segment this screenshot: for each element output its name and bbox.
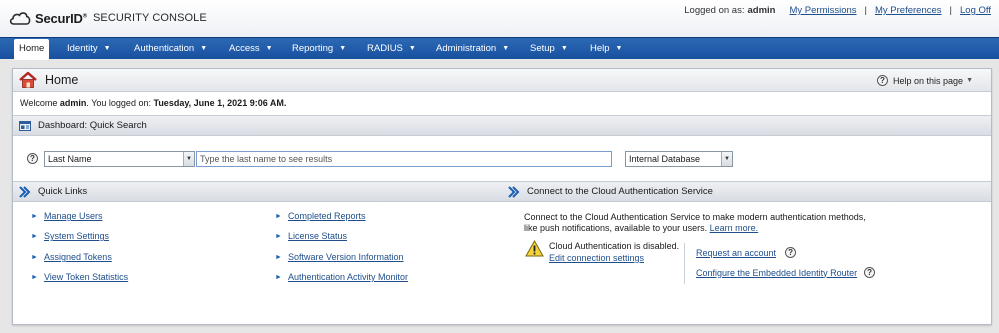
chevron-down-icon: ▼	[183, 152, 194, 166]
manage-users-link[interactable]: Manage Users	[44, 211, 103, 221]
identity-source-value: Internal Database	[629, 154, 701, 164]
log-off-link[interactable]: Log Off	[960, 5, 991, 16]
chevron-down-icon: ▼	[265, 45, 273, 52]
cloud-logo-icon	[9, 12, 31, 25]
securid-logo: SecurID® SECURITY CONSOLE	[9, 9, 207, 27]
chevron-down-icon: ▼	[966, 77, 973, 84]
arrow-right-icon: ►	[275, 212, 282, 220]
arrow-right-icon: ►	[31, 232, 38, 240]
edit-connection-settings-link[interactable]: Edit connection settings	[549, 253, 644, 263]
nav-access[interactable]: Access ▼	[229, 38, 273, 59]
identity-source-select[interactable]: Internal Database ▼	[625, 151, 733, 167]
logged-on-username: admin	[747, 5, 776, 16]
arrow-right-icon: ►	[275, 273, 282, 281]
quick-search-title: Dashboard: Quick Search	[38, 120, 147, 131]
arrow-right-icon: ►	[275, 253, 282, 261]
home-icon	[19, 71, 37, 88]
main-nav: Home Identity ▼ Authentication ▼ Access ▼ R…	[0, 37, 999, 60]
arrow-right-icon: ►	[31, 273, 38, 281]
software-version-link[interactable]: Software Version Information	[288, 252, 404, 262]
arrow-right-icon: ►	[31, 212, 38, 220]
nav-identity[interactable]: Identity ▼	[67, 38, 111, 59]
page-title: Home	[45, 73, 79, 87]
learn-more-link[interactable]: Learn more.	[710, 223, 759, 233]
cloud-description-line1: Connect to the Cloud Authentication Serv…	[524, 212, 866, 222]
quick-link: ► License Status	[275, 231, 347, 241]
quick-search-help-icon[interactable]: ?	[27, 153, 38, 164]
quick-link: ► Assigned Tokens	[31, 252, 112, 262]
quick-links-title: Quick Links	[38, 186, 88, 197]
question-icon[interactable]: ?	[864, 267, 876, 278]
nav-reporting[interactable]: Reporting ▼	[292, 38, 346, 59]
nav-authentication[interactable]: Authentication ▼	[134, 38, 207, 59]
search-field-select[interactable]: Last Name ▼	[44, 151, 195, 167]
quick-link: ► View Token Statistics	[31, 272, 128, 282]
my-preferences-link[interactable]: My Preferences	[875, 5, 942, 16]
logged-on-label: Logged on as:	[684, 5, 745, 16]
brand-name: SecurID®	[35, 10, 87, 26]
authentication-activity-monitor-link[interactable]: Authentication Activity Monitor	[288, 272, 408, 282]
nav-home[interactable]: Home	[14, 39, 50, 60]
license-status-link[interactable]: License Status	[288, 231, 347, 241]
quick-link: ► Completed Reports	[275, 211, 365, 221]
nav-administration[interactable]: Administration ▼	[436, 38, 509, 59]
chevron-down-icon: ▼	[721, 152, 732, 166]
quick-search-header: Dashboard: Quick Search	[13, 115, 991, 136]
double-chevron-icon	[19, 186, 31, 198]
dashboard-icon	[19, 121, 31, 131]
request-account-link[interactable]: Request an account	[696, 248, 776, 258]
chevron-down-icon: ▼	[408, 45, 416, 52]
nav-setup[interactable]: Setup ▼	[530, 38, 568, 59]
completed-reports-link[interactable]: Completed Reports	[288, 211, 366, 221]
chevron-down-icon: ▼	[560, 45, 568, 52]
configure-router-row: Configure the Embedded Identity Router ?	[696, 267, 876, 278]
user-links: Logged on as: admin My Permissions | My …	[684, 5, 991, 16]
cloud-description-line2: like push notifications, available to yo…	[524, 223, 759, 233]
arrow-right-icon: ►	[275, 232, 282, 240]
chevron-down-icon: ▼	[339, 45, 347, 52]
question-icon: ?	[877, 75, 888, 86]
assigned-tokens-link[interactable]: Assigned Tokens	[44, 252, 112, 262]
help-on-page-label: Help on this page	[893, 75, 964, 86]
vertical-divider	[684, 243, 685, 284]
links-section-header: Quick Links Connect to the Cloud Authent…	[13, 181, 991, 202]
cloud-status-text: Cloud Authentication is disabled.	[549, 241, 680, 251]
help-on-page-menu[interactable]: ? Help on this page ▼	[877, 75, 973, 86]
link-separator: |	[949, 5, 952, 16]
nav-radius[interactable]: RADIUS ▼	[367, 38, 416, 59]
quick-link: ► Manage Users	[31, 211, 102, 221]
registered-mark: ®	[82, 13, 87, 20]
quick-search-input[interactable]	[196, 151, 612, 167]
double-chevron-icon	[508, 186, 520, 198]
question-icon[interactable]: ?	[785, 247, 797, 258]
nav-help[interactable]: Help ▼	[590, 38, 622, 59]
cloud-edit-settings: Edit connection settings	[549, 253, 644, 263]
chevron-down-icon: ▼	[615, 45, 623, 52]
configure-embedded-identity-router-link[interactable]: Configure the Embedded Identity Router	[696, 268, 857, 278]
chevron-down-icon: ▼	[502, 45, 510, 52]
page-header: Home ? Help on this page ▼	[13, 69, 991, 92]
product-name: SECURITY CONSOLE	[92, 12, 207, 24]
warning-icon	[525, 240, 544, 257]
my-permissions-link[interactable]: My Permissions	[789, 5, 856, 16]
link-separator: |	[864, 5, 867, 16]
quick-link: ► System Settings	[31, 231, 109, 241]
view-token-statistics-link[interactable]: View Token Statistics	[44, 272, 128, 282]
quick-link: ► Software Version Information	[275, 252, 404, 262]
search-field-value: Last Name	[48, 154, 92, 164]
top-header: SecurID® SECURITY CONSOLE Logged on as: …	[0, 0, 999, 37]
arrow-right-icon: ►	[31, 253, 38, 261]
cloud-service-title: Connect to the Cloud Authentication Serv…	[527, 186, 713, 197]
home-panel: Home ? Help on this page ▼ Welcome admin…	[12, 68, 992, 325]
request-account-row: Request an account ?	[696, 247, 797, 258]
chevron-down-icon: ▼	[200, 45, 208, 52]
chevron-down-icon: ▼	[103, 45, 111, 52]
welcome-message: Welcome admin. You logged on: Tuesday, J…	[20, 98, 287, 108]
system-settings-link[interactable]: System Settings	[44, 231, 109, 241]
quick-link: ► Authentication Activity Monitor	[275, 272, 408, 282]
